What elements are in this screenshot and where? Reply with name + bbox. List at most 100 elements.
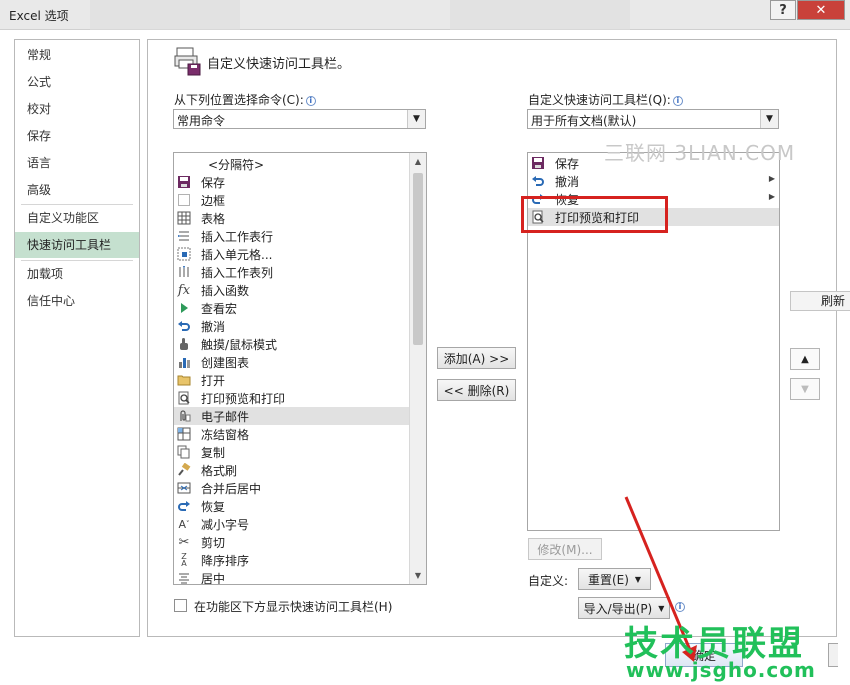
nav-item-quick-access-toolbar[interactable]: 快速访问工具栏 [15, 232, 139, 258]
print-preview-icon [176, 390, 192, 406]
help-button[interactable]: ? [770, 0, 796, 20]
cut-icon: ✂ [178, 534, 190, 550]
reset-button-label: 重置(E) [587, 572, 629, 587]
import-export-label: 导入/导出(P) [583, 601, 653, 616]
nav-item-save[interactable]: 保存 [15, 124, 139, 148]
choose-commands-dropdown[interactable]: 常用命令 ▼ [173, 109, 426, 129]
move-down-button[interactable]: ▼ [790, 378, 820, 400]
nav-item-formulas[interactable]: 公式 [15, 70, 139, 94]
chevron-down-icon: ▼ [760, 110, 778, 128]
list-item-label: 降序排序 [201, 554, 250, 568]
title-bar: Excel 选项 [0, 0, 850, 30]
show-below-ribbon-checkbox[interactable] [174, 599, 187, 612]
list-item[interactable]: 冻结窗格▶ [174, 425, 426, 443]
list-item-label: 冻结窗格 [201, 428, 250, 442]
scroll-down-icon[interactable]: ▼ [410, 567, 426, 584]
list-item-label: 减小字号 [201, 518, 250, 532]
list-item[interactable]: 查看宏 [174, 299, 426, 317]
choose-commands-value: 常用命令 [177, 114, 226, 128]
nav-item-general[interactable]: 常规 [15, 43, 139, 67]
arrow-up-icon: ▲ [801, 353, 809, 365]
customize-label: 自定义: [528, 574, 569, 588]
nav-item-language[interactable]: 语言 [15, 151, 139, 175]
list-item-label: 插入工作表列 [201, 266, 274, 280]
list-item[interactable]: 创建图表 [174, 353, 426, 371]
customize-toolbar-label-text: 自定义快速访问工具栏(Q): [528, 93, 671, 107]
list-item[interactable]: Z A 降序排序 [174, 551, 426, 569]
close-button[interactable]: ✕ [797, 0, 845, 20]
list-item[interactable]: 插入单元格... [174, 245, 426, 263]
freeze-panes-icon [176, 426, 192, 442]
copy-icon [176, 444, 192, 460]
list-item-label: 保存 [201, 176, 226, 190]
email-icon [176, 408, 192, 424]
list-item[interactable]: 插入工作表行 [174, 227, 426, 245]
modify-button[interactable]: 修改(M)... [528, 538, 602, 560]
nav-item-proofing[interactable]: 校对 [15, 97, 139, 121]
list-item[interactable]: A ˅ 减小字号 [174, 515, 426, 533]
background-ribbon-ghost [90, 0, 240, 30]
nav-divider [21, 204, 133, 205]
list-item[interactable]: 居中 [174, 569, 426, 585]
nav-item-customize-ribbon[interactable]: 自定义功能区 [15, 206, 139, 230]
list-item[interactable]: 表格 [174, 209, 426, 227]
undo-icon [530, 173, 546, 189]
options-navigation: 常规 公式 校对 保存 语言 高级 自定义功能区 快速访问工具栏 加载项 信任中… [14, 39, 140, 637]
list-item-label: 表格 [201, 212, 226, 226]
list-item-label: 居中 [201, 572, 226, 585]
list-item-label: <分隔符> [208, 158, 265, 172]
add-button[interactable]: 添加(A) >> [437, 347, 516, 369]
list-item[interactable]: 触摸/鼠标模式▶ [174, 335, 426, 353]
scrollbar-thumb[interactable] [413, 173, 423, 345]
insert-cells-icon [176, 246, 192, 262]
list-item[interactable]: 格式刷 [174, 461, 426, 479]
insert-column-icon [176, 264, 192, 280]
nav-item-add-ins[interactable]: 加载项 [15, 262, 139, 286]
list-item[interactable]: <分隔符> [174, 155, 426, 173]
list-item[interactable]: ✂ 剪切 [174, 533, 426, 551]
nav-item-trust-center[interactable]: 信任中心 [15, 289, 139, 313]
list-item-label: 触摸/鼠标模式 [201, 338, 278, 352]
site-logo-watermark: 技术员联盟 www.jsgho.com [624, 616, 815, 682]
sort-descending-icon: ZA [181, 552, 187, 568]
available-commands-scrollbar[interactable]: ▲ ▼ [409, 153, 426, 584]
nav-item-advanced[interactable]: 高级 [15, 178, 139, 202]
quick-access-toolbar-icon [174, 47, 201, 76]
list-item-label: 复制 [201, 446, 226, 460]
list-item[interactable]: 合并后居中 [174, 479, 426, 497]
refresh-button[interactable]: 刷新 [790, 291, 850, 311]
list-item[interactable]: 保存 [174, 173, 426, 191]
move-up-button[interactable]: ▲ [790, 348, 820, 370]
list-item[interactable]: 打印预览和打印 [174, 389, 426, 407]
list-item-label: 插入函数 [201, 284, 250, 298]
chevron-down-icon: ▼ [658, 603, 665, 613]
list-item[interactable]: 撤消▶ [528, 172, 779, 190]
cancel-button[interactable] [828, 643, 838, 667]
list-item[interactable]: 插入工作表列 [174, 263, 426, 281]
scroll-up-icon[interactable]: ▲ [410, 153, 426, 170]
customize-toolbar-dropdown[interactable]: 用于所有文档(默认) ▼ [527, 109, 779, 129]
list-item[interactable]: 边框▶ [174, 191, 426, 209]
reset-button[interactable]: 重置(E) ▼ [578, 568, 651, 590]
align-center-icon [176, 570, 192, 584]
list-item-label: 撤消 [555, 175, 580, 189]
list-item-label: 插入工作表行 [201, 230, 274, 244]
open-folder-icon [176, 372, 192, 388]
list-item-label: 合并后居中 [201, 482, 262, 496]
list-item[interactable]: 打开 [174, 371, 426, 389]
chevron-down-icon: ▼ [634, 574, 642, 584]
list-item[interactable]: 恢复▶ [174, 497, 426, 515]
chevron-down-icon: ▼ [407, 110, 425, 128]
function-icon: fx [177, 282, 191, 298]
redo-icon [176, 498, 192, 514]
table-icon [176, 210, 192, 226]
list-item[interactable]: fx 插入函数 [174, 281, 426, 299]
available-commands-list[interactable]: <分隔符> 保存 边框▶ 表格 插入工作表行 插入单元格... 插入工作表列 f… [173, 152, 427, 585]
list-item-label: 边框 [201, 194, 226, 208]
remove-button[interactable]: << 删除(R) [437, 379, 516, 401]
list-item-label: 撤消 [201, 320, 226, 334]
list-item[interactable]: 撤消▶ [174, 317, 426, 335]
list-item-label: 电子邮件 [201, 410, 250, 424]
list-item[interactable]: 电子邮件 [174, 407, 410, 425]
list-item[interactable]: 复制 [174, 443, 426, 461]
